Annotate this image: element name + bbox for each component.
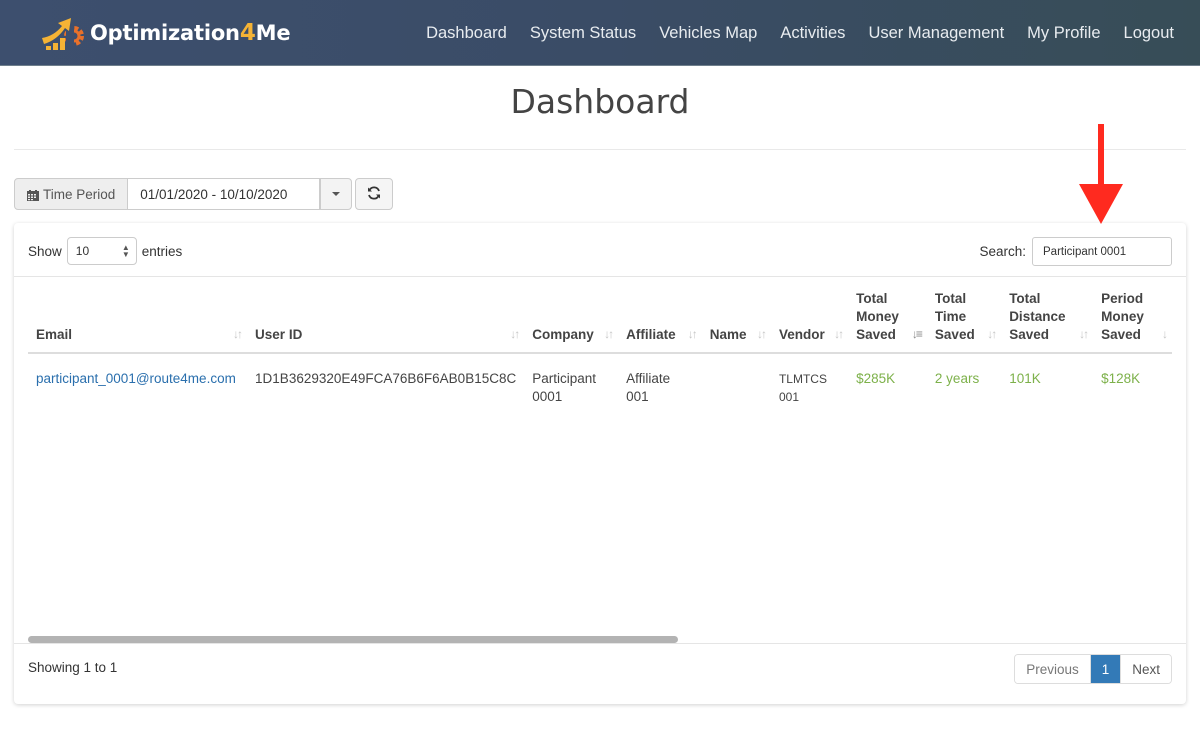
top-navbar: Optimization4Me Dashboard System Status … xyxy=(0,0,1200,66)
nav-link-vehicles-map[interactable]: Vehicles Map xyxy=(659,24,757,43)
table-info: Showing 1 to 1 xyxy=(28,660,118,675)
previous-page-button[interactable]: Previous xyxy=(1015,655,1091,683)
rising-arrow-gear-logo-icon xyxy=(40,14,86,52)
annotation-arrow-icon xyxy=(1079,124,1123,224)
entries-length-control: Show 10 ▲ ▼ entries xyxy=(28,237,182,265)
nav-link-my-profile[interactable]: My Profile xyxy=(1027,24,1100,43)
sort-icon: ↓↑ xyxy=(604,327,614,341)
sort-icon: ↓↑ xyxy=(756,327,767,341)
column-header-affiliate[interactable]: Affiliate ↓↑ xyxy=(618,277,702,354)
column-header-company[interactable]: Company ↓↑ xyxy=(524,277,619,354)
column-header-period-money-saved[interactable]: Period Money Saved ↓ xyxy=(1093,277,1172,354)
nav-link-dashboard[interactable]: Dashboard xyxy=(426,24,507,43)
nav-link-activities[interactable]: Activities xyxy=(780,24,845,43)
select-updown-icon: ▲ ▼ xyxy=(121,243,130,259)
table-row: participant_0001@route4me.com 1D1B362932… xyxy=(28,353,1172,414)
sort-icon: ↓↑ xyxy=(1079,327,1089,341)
nav-link-system-status[interactable]: System Status xyxy=(530,24,636,43)
date-range-input[interactable]: 01/01/2020 - 10/10/2020 xyxy=(128,178,321,210)
nav-menu: Dashboard System Status Vehicles Map Act… xyxy=(403,0,1174,66)
refresh-icon xyxy=(367,185,381,204)
sort-icon: ↓↑ xyxy=(834,327,844,341)
next-page-button[interactable]: Next xyxy=(1120,655,1171,683)
sort-icon: ↓↑ xyxy=(233,327,243,341)
cell-total-time-saved: 2 years xyxy=(934,371,980,386)
column-header-user-id[interactable]: User ID ↓↑ xyxy=(247,277,525,354)
cell-user-id: 1D1B3629320E49FCA76B6F6AB0B15C8C xyxy=(255,371,517,386)
date-range-dropdown-button[interactable] xyxy=(320,178,353,210)
sort-icon: ↓↑ xyxy=(687,327,698,341)
users-table: Email ↓↑ User ID ↓↑ Company ↓↑ Affiliate ↓↑ … xyxy=(28,277,1172,414)
brand[interactable]: Optimization4Me xyxy=(40,14,291,52)
table-header-row: Email ↓↑ User ID ↓↑ Company ↓↑ Affiliate ↓↑ … xyxy=(28,277,1172,354)
column-header-total-money-saved[interactable]: Total Money Saved ↓≡ xyxy=(848,277,927,354)
time-period-label: Time Period xyxy=(14,178,129,210)
sort-icon: ↓↑ xyxy=(510,327,520,341)
cell-name xyxy=(702,353,771,414)
entries-per-page-select[interactable]: 10 ▲ ▼ xyxy=(66,237,137,265)
column-header-name[interactable]: Name ↓↑ xyxy=(701,277,771,354)
sort-desc-icon: ↓ xyxy=(1162,327,1168,341)
pagination: Previous 1 Next xyxy=(1014,654,1172,684)
cell-email[interactable]: participant_0001@route4me.com xyxy=(28,353,247,414)
cell-company: Participant 0001 xyxy=(532,371,597,404)
brand-name: Optimization4Me xyxy=(90,20,291,46)
cell-affiliate: Affiliate 001 xyxy=(626,371,671,404)
cell-vendor: TLMTCS 001 xyxy=(778,372,827,404)
caret-down-icon xyxy=(332,192,341,196)
calendar-icon xyxy=(27,189,39,201)
time-period-picker: Time Period 01/01/2020 - 10/10/2020 xyxy=(14,178,353,210)
column-header-vendor[interactable]: Vendor ↓↑ xyxy=(770,277,849,354)
cell-period-money-saved: $128K xyxy=(1101,371,1141,386)
cell-total-distance-saved: 101K xyxy=(1009,371,1041,386)
column-header-total-distance-saved[interactable]: Total Distance Saved ↓↑ xyxy=(1001,277,1094,354)
panel-divider xyxy=(14,643,1186,644)
page-button-1[interactable]: 1 xyxy=(1090,655,1121,683)
sort-desc-active-icon: ↓≡ xyxy=(911,327,923,341)
horizontal-scrollbar[interactable] xyxy=(28,636,678,643)
page-title: Dashboard xyxy=(510,82,690,121)
nav-link-logout[interactable]: Logout xyxy=(1124,24,1174,43)
column-header-email[interactable]: Email ↓↑ xyxy=(28,277,248,354)
cell-total-money-saved: $285K xyxy=(856,371,896,386)
table-search: Search: Participant 0001 xyxy=(979,237,1172,266)
sort-icon: ↓↑ xyxy=(987,327,997,341)
nav-link-user-management[interactable]: User Management xyxy=(868,24,1004,43)
title-divider xyxy=(14,149,1186,150)
users-table-panel: Show 10 ▲ ▼ entries Search: Participant 0… xyxy=(14,223,1186,704)
table-scroll-area: Email ↓↑ User ID ↓↑ Company ↓↑ Affiliate ↓↑ … xyxy=(28,277,1172,643)
column-header-total-time-saved[interactable]: Total Time Saved ↓↑ xyxy=(926,277,1002,354)
refresh-button[interactable] xyxy=(355,178,393,210)
search-input[interactable]: Participant 0001 xyxy=(1032,237,1172,266)
search-label: Search: xyxy=(979,244,1026,259)
